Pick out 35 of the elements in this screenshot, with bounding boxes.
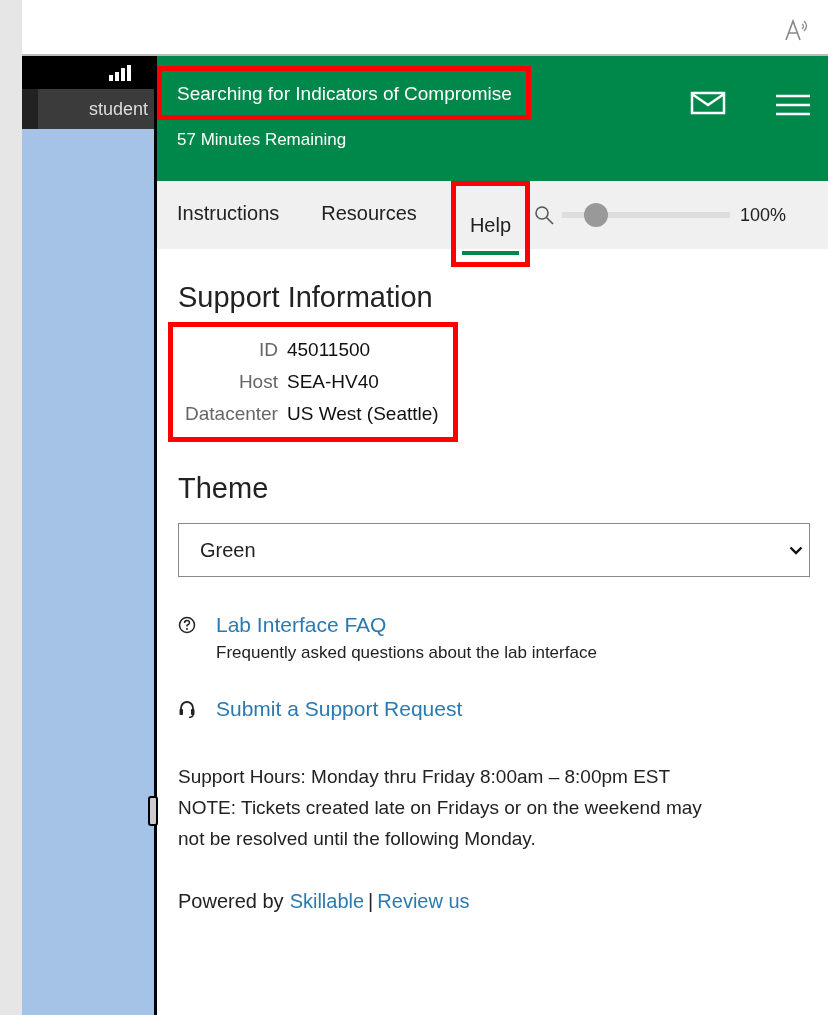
info-value: 45011500 [286,339,372,361]
info-label: Datacenter [185,403,278,425]
help-icon [178,616,196,634]
help-link[interactable]: Lab Interface FAQ [216,613,597,637]
help-link[interactable]: Submit a Support Request [216,697,463,721]
info-label: ID [257,339,278,361]
tab[interactable]: Resources [313,187,425,243]
powered-by-label: Powered by [178,890,284,913]
info-value: SEA-HV40 [286,371,380,393]
student-tab[interactable]: student [38,89,154,129]
tab[interactable]: Instructions [169,187,288,243]
signal-icon [108,64,134,81]
slider-thumb[interactable] [583,203,608,227]
headset-icon [178,700,196,718]
info-label: Host [237,371,278,393]
support-note: Support Hours: Monday thru Friday 8:00am – 8:00pm EST [178,765,672,789]
skillable-link[interactable]: Skillable [289,890,365,913]
review-link[interactable]: Review us [377,890,470,913]
resize-handle[interactable] [148,796,158,826]
chevron-down-icon [789,545,803,555]
lab-title: Searching for Indicators of Compromise [177,83,512,104]
time-remaining: 57 Minutes Remaining [176,130,348,150]
support-note: NOTE: Tickets created late on Fridays or on the weekend may not be resolved until the following Monday. [178,796,703,851]
section-heading: Support Information [178,281,434,314]
section-heading: Theme [178,472,270,505]
tab[interactable]: Help [461,199,519,255]
mail-icon[interactable] [690,91,726,115]
info-value: US West (Seattle) [286,403,439,425]
read-aloud-icon[interactable] [784,18,810,42]
search-icon [534,205,554,225]
separator: | [368,890,374,913]
link-description: Frequently asked questions about the lab interface [216,643,597,663]
menu-icon[interactable] [776,94,810,116]
zoom-reading: 100% [740,204,787,226]
theme-dropdown[interactable]: Green [178,523,810,577]
